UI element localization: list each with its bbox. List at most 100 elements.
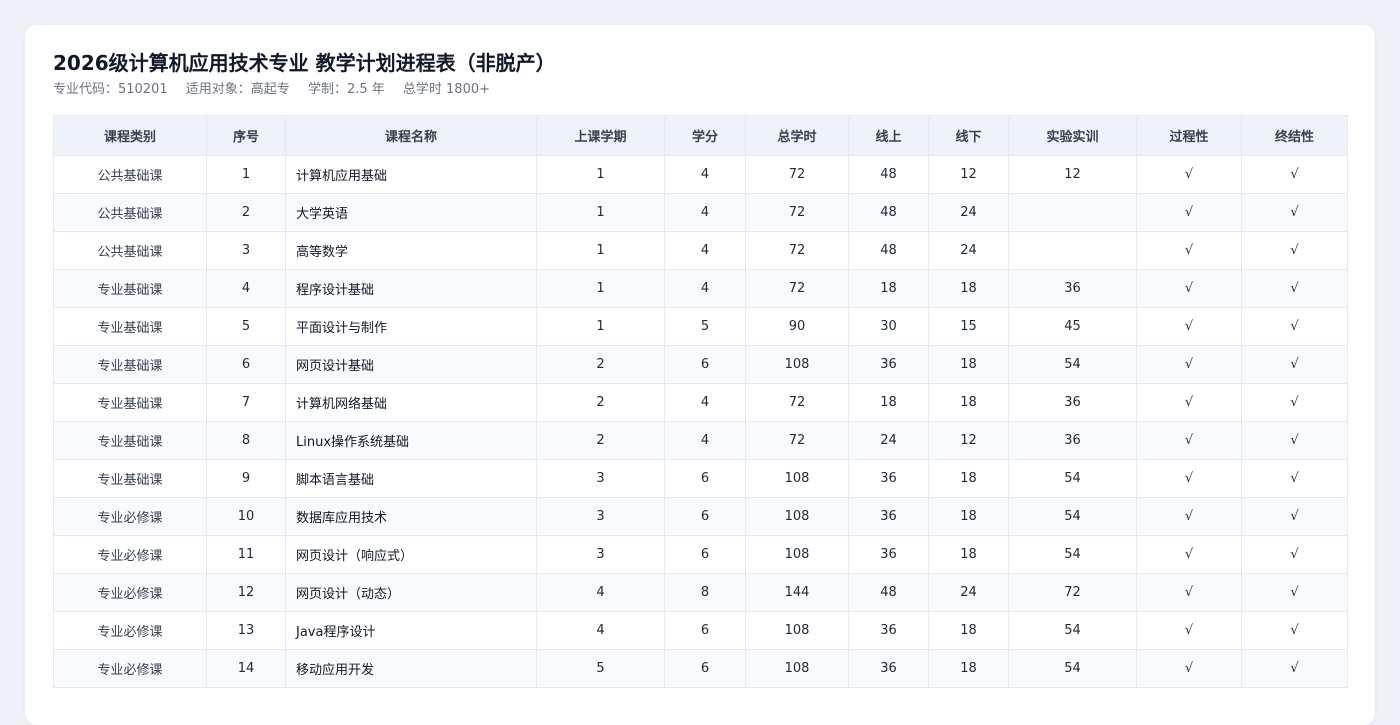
col-category-cell: 公共基础课 xyxy=(53,231,207,270)
col-process-assessment-cell: √ xyxy=(1136,573,1242,612)
col-credits-cell: 6 xyxy=(664,611,746,650)
col-credits-cell: 4 xyxy=(664,155,746,194)
col-credits-cell: 6 xyxy=(664,649,746,688)
col-total-hours-cell: 144 xyxy=(745,573,849,612)
col-lab-cell: 36 xyxy=(1008,421,1137,460)
col-online-cell: 36 xyxy=(848,497,929,536)
col-final-assessment-cell: √ xyxy=(1241,649,1348,688)
col-total-hours-cell: 72 xyxy=(745,231,849,270)
col-index-cell: 2 xyxy=(206,193,286,232)
col-offline-cell: 24 xyxy=(928,573,1009,612)
col-lab-cell: 54 xyxy=(1008,497,1137,536)
col-index-cell: 13 xyxy=(206,611,286,650)
table-row: 专业基础课 6 网页设计基础 2 6 108 36 18 54 √ √ xyxy=(53,345,1348,384)
col-course-name-header: 课程名称 xyxy=(285,115,537,156)
col-online-cell: 48 xyxy=(848,193,929,232)
col-final-assessment-cell: √ xyxy=(1241,611,1348,650)
col-category-cell: 专业必修课 xyxy=(53,573,207,612)
col-process-assessment-cell: √ xyxy=(1136,193,1242,232)
col-category-cell: 专业基础课 xyxy=(53,269,207,308)
teaching-plan-table: 课程类别 序号 课程名称 上课学期 学分 总学时 线上 线下 实验实训 过程性 终结性 公共基础课 1… xyxy=(53,115,1348,688)
col-credits-cell: 6 xyxy=(664,459,746,498)
col-offline-cell: 24 xyxy=(928,231,1009,270)
col-process-assessment-cell: √ xyxy=(1136,459,1242,498)
col-process-assessment-cell: √ xyxy=(1136,383,1242,422)
col-course-name-cell: 高等数学 xyxy=(285,231,537,270)
col-online-cell: 30 xyxy=(848,307,929,346)
col-process-assessment-cell: √ xyxy=(1136,307,1242,346)
col-offline-cell: 18 xyxy=(928,383,1009,422)
col-process-assessment-cell: √ xyxy=(1136,421,1242,460)
col-semester-cell: 2 xyxy=(536,421,665,460)
col-total-hours-cell: 108 xyxy=(745,535,849,574)
col-credits-cell: 4 xyxy=(664,383,746,422)
col-course-name-cell: 平面设计与制作 xyxy=(285,307,537,346)
col-course-name-cell: Linux操作系统基础 xyxy=(285,421,537,460)
col-total-hours-header: 总学时 xyxy=(745,115,849,156)
table-row: 专业必修课 13 Java程序设计 4 6 108 36 18 54 √ √ xyxy=(53,611,1348,650)
col-course-name-cell: 网页设计基础 xyxy=(285,345,537,384)
col-index-cell: 5 xyxy=(206,307,286,346)
col-offline-cell: 18 xyxy=(928,269,1009,308)
col-final-assessment-cell: √ xyxy=(1241,497,1348,536)
col-final-assessment-cell: √ xyxy=(1241,155,1348,194)
col-category-header: 课程类别 xyxy=(53,115,207,156)
col-credits-cell: 4 xyxy=(664,421,746,460)
col-index-cell: 12 xyxy=(206,573,286,612)
col-course-name-cell: 移动应用开发 xyxy=(285,649,537,688)
col-process-assessment-cell: √ xyxy=(1136,269,1242,308)
col-offline-cell: 18 xyxy=(928,535,1009,574)
col-course-name-cell: 计算机网络基础 xyxy=(285,383,537,422)
col-credits-cell: 6 xyxy=(664,535,746,574)
col-semester-cell: 3 xyxy=(536,497,665,536)
col-semester-cell: 1 xyxy=(536,193,665,232)
col-offline-cell: 18 xyxy=(928,459,1009,498)
col-lab-cell xyxy=(1008,231,1137,270)
col-online-cell: 48 xyxy=(848,231,929,270)
col-online-cell: 48 xyxy=(848,155,929,194)
col-online-cell: 36 xyxy=(848,535,929,574)
table-body: 公共基础课 1 计算机应用基础 1 4 72 48 12 12 √ √ 公共基础课 2 大学英语 1 4 72 4… xyxy=(53,155,1348,688)
col-index-cell: 4 xyxy=(206,269,286,308)
col-offline-cell: 12 xyxy=(928,421,1009,460)
col-category-cell: 专业基础课 xyxy=(53,383,207,422)
plan-card: 2026级计算机应用技术专业 教学计划进程表（非脱产） 专业代码：510201 … xyxy=(25,25,1375,725)
col-semester-cell: 4 xyxy=(536,611,665,650)
col-course-name-cell: 脚本语言基础 xyxy=(285,459,537,498)
col-offline-cell: 24 xyxy=(928,193,1009,232)
col-course-name-cell: 网页设计（响应式） xyxy=(285,535,537,574)
col-final-assessment-cell: √ xyxy=(1241,231,1348,270)
col-offline-cell: 12 xyxy=(928,155,1009,194)
col-semester-cell: 2 xyxy=(536,383,665,422)
col-final-assessment-cell: √ xyxy=(1241,383,1348,422)
col-index-cell: 11 xyxy=(206,535,286,574)
col-offline-header: 线下 xyxy=(928,115,1009,156)
col-offline-cell: 18 xyxy=(928,497,1009,536)
table-row: 专业必修课 11 网页设计（响应式） 3 6 108 36 18 54 √ √ xyxy=(53,535,1348,574)
col-lab-cell: 54 xyxy=(1008,611,1137,650)
table-header-row: 课程类别 序号 课程名称 上课学期 学分 总学时 线上 线下 实验实训 过程性 终结性 xyxy=(53,115,1348,156)
col-category-cell: 专业必修课 xyxy=(53,611,207,650)
table-row: 专业必修课 14 移动应用开发 5 6 108 36 18 54 √ √ xyxy=(53,649,1348,688)
col-category-cell: 专业必修课 xyxy=(53,497,207,536)
col-online-cell: 18 xyxy=(848,269,929,308)
col-final-assessment-cell: √ xyxy=(1241,269,1348,308)
table-row: 公共基础课 2 大学英语 1 4 72 48 24 √ √ xyxy=(53,193,1348,232)
col-course-name-cell: Java程序设计 xyxy=(285,611,537,650)
col-process-assessment-cell: √ xyxy=(1136,611,1242,650)
col-process-assessment-cell: √ xyxy=(1136,231,1242,270)
col-lab-cell: 36 xyxy=(1008,269,1137,308)
col-final-assessment-cell: √ xyxy=(1241,421,1348,460)
duration: 学制：2.5 年 xyxy=(307,82,385,97)
col-lab-cell: 45 xyxy=(1008,307,1137,346)
col-online-cell: 36 xyxy=(848,649,929,688)
col-total-hours-cell: 72 xyxy=(745,269,849,308)
col-online-cell: 18 xyxy=(848,383,929,422)
table-row: 专业基础课 8 Linux操作系统基础 2 4 72 24 12 36 √ √ xyxy=(53,421,1348,460)
table-row: 专业基础课 7 计算机网络基础 2 4 72 18 18 36 √ √ xyxy=(53,383,1348,422)
col-total-hours-cell: 108 xyxy=(745,459,849,498)
col-offline-cell: 18 xyxy=(928,611,1009,650)
col-final-assessment-cell: √ xyxy=(1241,345,1348,384)
col-lab-cell: 72 xyxy=(1008,573,1137,612)
col-offline-cell: 18 xyxy=(928,345,1009,384)
